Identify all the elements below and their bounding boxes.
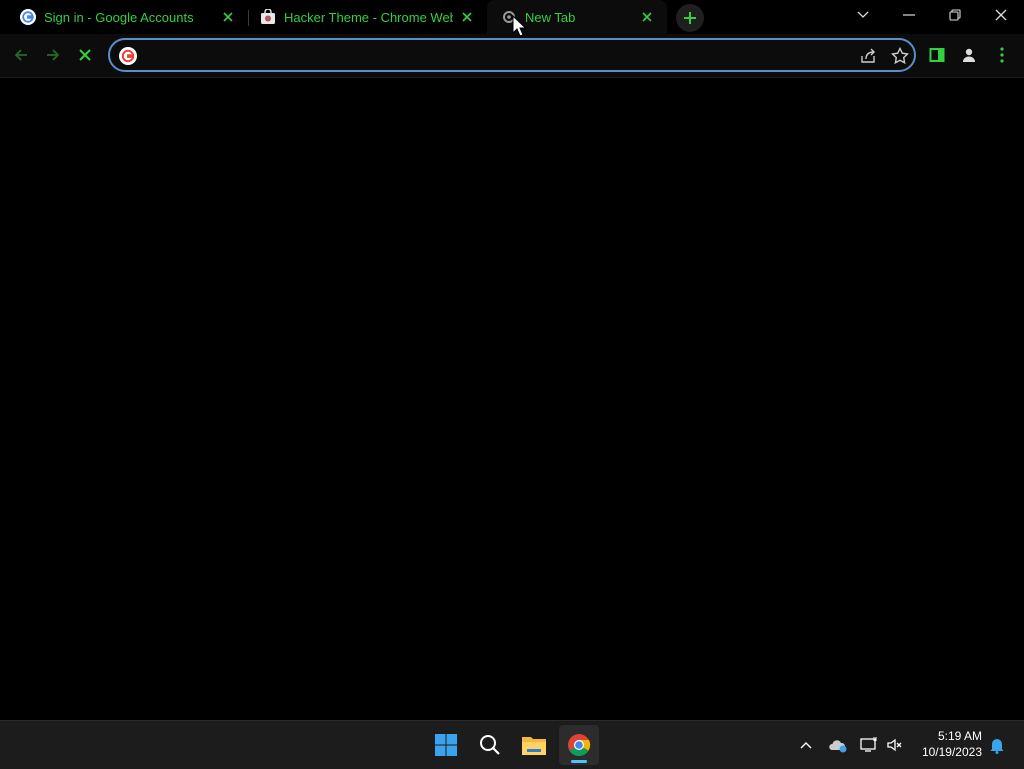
notifications-button[interactable] bbox=[985, 733, 1009, 757]
page-content bbox=[0, 78, 1024, 720]
restore-button[interactable] bbox=[932, 0, 978, 30]
forward-arrow-icon bbox=[47, 49, 60, 61]
tab-title: New Tab bbox=[525, 9, 576, 25]
browser-toolbar bbox=[0, 34, 1024, 78]
profile-button[interactable] bbox=[954, 40, 984, 70]
bell-icon bbox=[990, 739, 1004, 754]
plus-icon bbox=[684, 12, 696, 24]
share-icon[interactable] bbox=[858, 46, 878, 66]
back-arrow-icon bbox=[14, 49, 27, 61]
profile-avatar-icon bbox=[963, 48, 975, 62]
side-panel-icon bbox=[929, 48, 945, 62]
restore-icon bbox=[949, 9, 961, 21]
minimize-icon bbox=[903, 14, 915, 16]
tab-title: Hacker Theme - Chrome Web Store bbox=[284, 9, 453, 25]
close-tab-icon[interactable] bbox=[220, 9, 236, 25]
system-clock[interactable]: 5:19 AM 10/19/2023 bbox=[912, 728, 982, 760]
chrome-web-store-icon bbox=[261, 9, 275, 24]
minimize-button[interactable] bbox=[886, 0, 932, 30]
google-g-icon bbox=[20, 9, 36, 25]
close-icon bbox=[995, 9, 1007, 21]
chrome-menu-button[interactable] bbox=[987, 40, 1017, 70]
stop-x-icon bbox=[79, 49, 91, 61]
windows-taskbar: 5:19 AM 10/19/2023 bbox=[0, 720, 1024, 769]
file-explorer-icon bbox=[522, 737, 546, 755]
tab-sign-in[interactable]: Sign in - Google Accounts bbox=[0, 0, 248, 34]
close-tab-icon[interactable] bbox=[639, 9, 655, 25]
taskbar-search-button[interactable] bbox=[470, 725, 510, 765]
address-input[interactable] bbox=[142, 43, 846, 69]
network-icon bbox=[860, 737, 877, 752]
onedrive-tray-button[interactable] bbox=[826, 733, 850, 757]
chevron-up-icon bbox=[800, 742, 812, 749]
clock-date: 10/19/2023 bbox=[921, 745, 982, 759]
new-tab-button[interactable] bbox=[676, 4, 704, 32]
back-button[interactable] bbox=[6, 40, 36, 70]
address-bar[interactable] bbox=[108, 38, 916, 72]
running-indicator bbox=[571, 760, 587, 763]
onedrive-cloud-icon bbox=[829, 740, 847, 753]
more-vertical-icon bbox=[1000, 47, 1004, 63]
search-icon bbox=[480, 735, 500, 755]
google-g-icon bbox=[119, 47, 137, 65]
forward-button[interactable] bbox=[38, 40, 68, 70]
volume-tray-button[interactable] bbox=[883, 733, 907, 757]
network-tray-button[interactable] bbox=[857, 733, 881, 757]
close-window-button[interactable] bbox=[978, 0, 1024, 30]
tab-hacker-theme[interactable]: Hacker Theme - Chrome Web Store bbox=[240, 0, 487, 34]
tab-search-button[interactable] bbox=[840, 0, 886, 30]
side-panel-button[interactable] bbox=[922, 40, 952, 70]
tab-new-tab[interactable]: New Tab bbox=[487, 0, 667, 34]
start-button[interactable] bbox=[426, 725, 466, 765]
chevron-down-icon bbox=[857, 11, 869, 18]
show-hidden-icons-button[interactable] bbox=[794, 733, 818, 757]
file-explorer-button[interactable] bbox=[514, 725, 554, 765]
loading-globe-icon bbox=[503, 11, 515, 23]
tab-strip: Sign in - Google Accounts Hacker Theme -… bbox=[0, 0, 1024, 34]
windows-start-icon bbox=[435, 734, 457, 756]
chrome-taskbar-button[interactable] bbox=[559, 725, 599, 765]
stop-loading-button[interactable] bbox=[70, 40, 100, 70]
chrome-icon bbox=[568, 734, 591, 756]
volume-muted-icon bbox=[887, 738, 902, 752]
clock-time: 5:19 AM bbox=[937, 729, 982, 743]
bookmark-star-icon[interactable] bbox=[890, 46, 910, 66]
tab-title: Sign in - Google Accounts bbox=[44, 9, 194, 25]
close-tab-icon[interactable] bbox=[459, 9, 475, 25]
